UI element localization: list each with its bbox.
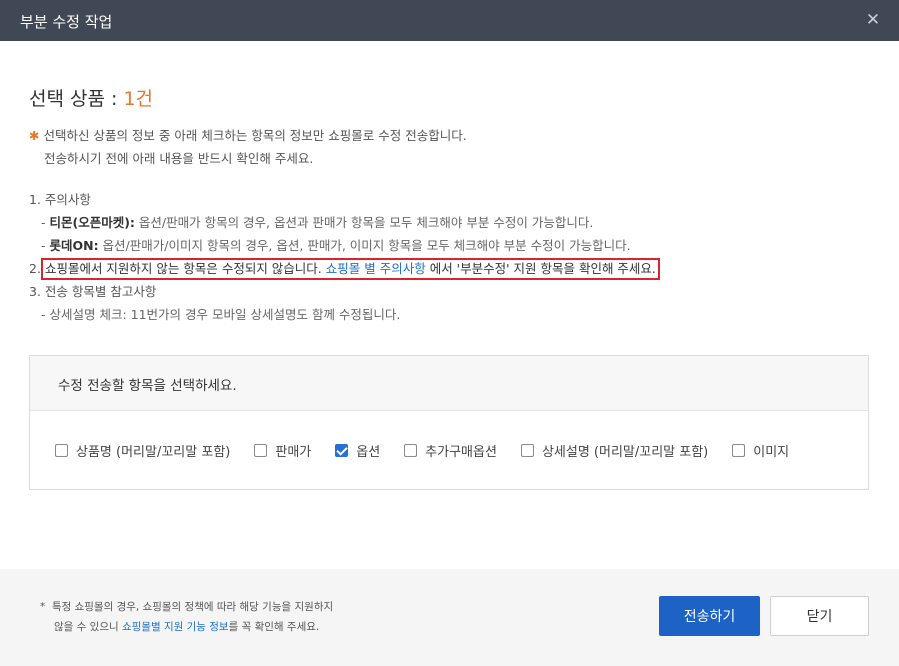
note-2-text-1: 쇼핑몰에서 지원하지 않는 항목은 수정되지 않습니다. — [44, 261, 326, 276]
note-2: 2. 쇼핑몰에서 지원하지 않는 항목은 수정되지 않습니다. 쇼핑몰 별 주의사… — [29, 257, 660, 280]
close-icon[interactable]: ✕ — [865, 10, 881, 30]
note-1-lotteon-label: 롯데ON: — [49, 238, 99, 253]
note-3-item: - 상세설명 체크: 11번가의 경우 모바일 상세설명도 함께 수정됩니다. — [41, 307, 401, 322]
note-1-title: 1. 주의사항 — [29, 192, 91, 207]
option-image[interactable]: 이미지 — [732, 441, 789, 460]
close-button[interactable]: 닫기 — [770, 596, 869, 636]
option-label: 이미지 — [753, 445, 790, 460]
checkbox-price[interactable] — [254, 444, 268, 457]
checkbox-product-name[interactable] — [55, 444, 68, 457]
note-1-tmon-text: 옵션/판매가 항목의 경우, 옵션과 판매가 항목을 모두 체크해야 부분 수정… — [134, 215, 594, 230]
option-option[interactable]: 옵션 — [335, 441, 380, 460]
intro-line-2: 전송하시기 전에 아래 내용을 반드시 확인해 주세요. — [44, 151, 314, 166]
note-1-item-lotteon: - 롯데ON: 옵션/판매가/이미지 항목의 경우, 옵션, 판매가, 이미지 … — [41, 238, 631, 253]
option-label: 판매가 — [275, 445, 312, 460]
dialog-footer: * 특정 쇼핑몰의 경우, 쇼핑몰의 정책에 따라 해당 기능을 지원하지 않을… — [0, 569, 899, 666]
intro-text-1: 선택하신 상품의 정보 중 아래 체크하는 항목의 정보만 쇼핑몰로 수정 전송… — [43, 128, 467, 143]
note-1-lotteon-text: 옵션/판매가/이미지 항목의 경우, 옵션, 판매가, 이미지 항목을 모두 체… — [98, 238, 631, 253]
option-label: 옵션 — [356, 445, 381, 460]
shop-caution-link[interactable]: 쇼핑몰 별 주의사항 — [326, 261, 426, 276]
checkbox-image[interactable] — [732, 444, 746, 457]
dialog-header: 부분 수정 작업 ✕ — [0, 0, 899, 41]
note-2-highlight: 쇼핑몰에서 지원하지 않는 항목은 수정되지 않습니다. 쇼핑몰 별 주의사항 … — [40, 258, 660, 280]
option-detail[interactable]: 상세설명 (머리말/꼬리말 포함) — [520, 441, 709, 460]
intro-line-1: ✱ 선택하신 상품의 정보 중 아래 체크하는 항목의 정보만 쇼핑몰로 수정 전… — [29, 124, 467, 147]
option-product-name[interactable]: 상품명 (머리말/꼬리말 포함) — [55, 441, 230, 460]
selected-products-label: 선택 상품 : — [29, 88, 124, 110]
note-2-text-2: 에서 '부분수정' 지원 항목을 확인해 주세요. — [425, 261, 656, 276]
note-2-number: 2. — [29, 261, 41, 276]
option-label: 상세설명 (머리말/꼬리말 포함) — [541, 445, 709, 460]
note-1-tmon-label: 티몬(오픈마켓): — [49, 215, 135, 230]
footer-note-text-2b: 를 꼭 확인해 주세요. — [228, 621, 320, 633]
selected-products-count: 1건 — [123, 88, 154, 110]
footer-note-line-1: * 특정 쇼핑몰의 경우, 쇼핑몰의 정책에 따라 해당 기능을 지원하지 — [40, 597, 333, 617]
option-price[interactable]: 판매가 — [254, 441, 311, 460]
option-label: 추가구매옵션 — [425, 445, 497, 460]
field-select-panel: 수정 전송할 항목을 선택하세요. 상품명 (머리말/꼬리말 포함) 판매가 옵… — [29, 355, 869, 490]
checkbox-option[interactable] — [335, 444, 349, 457]
panel-heading: 수정 전송할 항목을 선택하세요. — [30, 356, 868, 411]
selected-products-title: 선택 상품 : 1건 — [29, 84, 153, 111]
note-1-item-tmon: - 티몬(오픈마켓): 옵션/판매가 항목의 경우, 옵션과 판매가 항목을 모… — [41, 215, 594, 230]
dialog-title: 부분 수정 작업 — [20, 13, 113, 31]
send-button[interactable]: 전송하기 — [659, 596, 760, 636]
footer-note-text-2a: 않을 수 있으니 — [54, 621, 122, 633]
intro-notice: ✱ 선택하신 상품의 정보 중 아래 체크하는 항목의 정보만 쇼핑몰로 수정 전… — [29, 124, 467, 170]
field-options: 상품명 (머리말/꼬리말 포함) 판매가 옵션 추가구매옵션 상세설명 (머리말… — [30, 411, 868, 460]
option-label: 상품명 (머리말/꼬리말 포함) — [76, 445, 231, 460]
note-3-title: 3. 전송 항목별 참고사항 — [29, 284, 157, 299]
footer-note-text-1: 특정 쇼핑몰의 경우, 쇼핑몰의 정책에 따라 해당 기능을 지원하지 — [51, 601, 334, 613]
notes-list: 1. 주의사항 - 티몬(오픈마켓): 옵션/판매가 항목의 경우, 옵션과 판… — [29, 188, 660, 326]
checkbox-additional[interactable] — [404, 444, 418, 457]
option-additional[interactable]: 추가구매옵션 — [404, 441, 497, 460]
support-info-link[interactable]: 쇼핑몰별 지원 기능 정보 — [122, 621, 229, 633]
footer-note-star: * — [40, 601, 46, 613]
footer-note: * 특정 쇼핑몰의 경우, 쇼핑몰의 정책에 따라 해당 기능을 지원하지 않을… — [40, 597, 333, 637]
footer-note-line-2: 않을 수 있으니 쇼핑몰별 지원 기능 정보를 꼭 확인해 주세요. — [40, 617, 333, 637]
checkbox-detail[interactable] — [520, 444, 534, 457]
asterisk-icon: ✱ — [29, 128, 40, 143]
